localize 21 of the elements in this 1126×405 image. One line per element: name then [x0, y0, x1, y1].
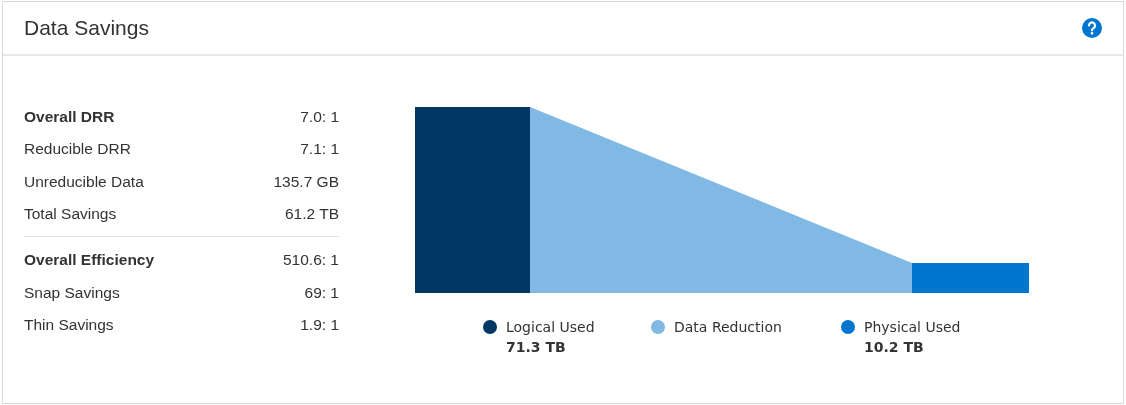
stat-value: 7.1: 1: [300, 140, 339, 159]
legend-label: Physical Used: [864, 319, 961, 335]
stat-value: 69: 1: [304, 283, 339, 302]
stat-value: 7.0: 1: [300, 108, 339, 127]
stat-label: Overall DRR: [24, 108, 115, 127]
stat-label: Thin Savings: [24, 315, 114, 334]
legend-value: 71.3 TB: [506, 339, 567, 355]
stat-label: Snap Savings: [24, 283, 120, 302]
stat-label: Unreducible Data: [24, 172, 144, 191]
stat-label: Total Savings: [24, 205, 117, 224]
legend-label: Logical Used: [506, 319, 595, 335]
legend-value: 10.2 TB: [864, 339, 925, 355]
legend-label: Data Reduction: [674, 319, 782, 335]
stat-value: 61.2 TB: [285, 205, 339, 224]
stat-value: 510.6: 1: [282, 251, 339, 270]
stat-value: 135.7 GB: [273, 172, 339, 191]
help-icon[interactable]: [1082, 18, 1102, 38]
stat-value: 1.9: 1: [300, 315, 339, 334]
panel-title: Data Savings: [24, 16, 149, 40]
stat-label: Overall Efficiency: [24, 251, 155, 270]
stat-label: Reducible DRR: [24, 140, 131, 159]
